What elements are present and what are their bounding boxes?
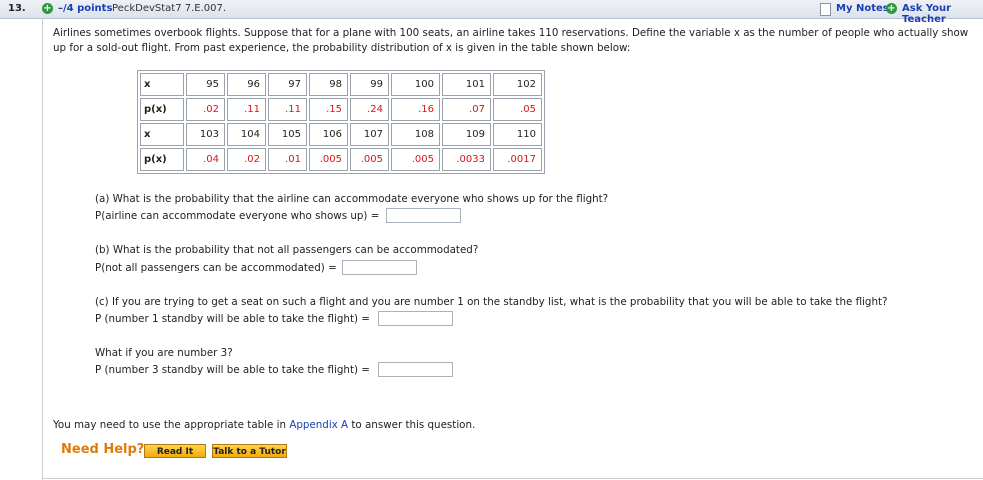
table-cell: 104 (227, 123, 266, 146)
table-cell: .16 (391, 98, 440, 121)
table-cell: 107 (350, 123, 389, 146)
appendix-a-link[interactable]: Appendix A (289, 419, 348, 431)
table-cell: 97 (268, 73, 307, 96)
table-cell: .005 (309, 148, 348, 171)
question-header-bar: 13. + –/4 points PeckDevStat7 7.E.007. M… (0, 0, 983, 25)
table-cell: 109 (442, 123, 491, 146)
appendix-note: You may need to use the appropriate tabl… (53, 418, 475, 432)
part-a-answer-input[interactable] (386, 208, 461, 223)
table-row: p(x) .04 .02 .01 .005 .005 .005 .0033 .0… (140, 148, 542, 171)
px-header: p(x) (140, 148, 184, 171)
table-cell: .01 (268, 148, 307, 171)
table-cell: 110 (493, 123, 542, 146)
table-row: p(x) .02 .11 .11 .15 .24 .16 .07 .05 (140, 98, 542, 121)
left-divider (42, 18, 43, 480)
points-label: –/4 points (58, 3, 113, 14)
read-it-button[interactable]: Read It (144, 444, 206, 458)
part-b-label: P(not all passengers can be accommodated… (95, 262, 337, 274)
part-d-question: What if you are number 3? (95, 347, 233, 359)
part-c-label: P (number 1 standby will be able to take… (95, 313, 370, 325)
part-a-question: (a) What is the probability that the air… (95, 193, 609, 205)
table-cell: 101 (442, 73, 491, 96)
ask-teacher-plus-icon[interactable]: + (886, 3, 897, 14)
table-cell: .02 (186, 98, 225, 121)
problem-intro: Airlines sometimes overbook flights. Sup… (53, 27, 969, 54)
talk-to-tutor-button[interactable]: Talk to a Tutor (212, 444, 287, 458)
part-d-answer-input[interactable] (378, 362, 453, 377)
px-header: p(x) (140, 98, 184, 121)
table-cell: .0017 (493, 148, 542, 171)
table-cell: 108 (391, 123, 440, 146)
part-b-question: (b) What is the probability that not all… (95, 244, 479, 256)
bottom-divider (42, 478, 983, 479)
table-cell: 96 (227, 73, 266, 96)
expand-plus-icon[interactable]: + (42, 3, 53, 14)
table-cell: 100 (391, 73, 440, 96)
notes-icon[interactable] (820, 3, 831, 16)
table-cell: .11 (227, 98, 266, 121)
table-cell: .005 (350, 148, 389, 171)
probability-distribution-table: x 95 96 97 98 99 100 101 102 p(x) .02 .1… (137, 70, 545, 174)
problem-id: PeckDevStat7 7.E.007. (112, 3, 227, 14)
part-d-label: P (number 3 standby will be able to take… (95, 364, 370, 376)
table-cell: .0033 (442, 148, 491, 171)
table-cell: 98 (309, 73, 348, 96)
table-cell: .15 (309, 98, 348, 121)
part-c-answer-input[interactable] (378, 311, 453, 326)
table-cell: 103 (186, 123, 225, 146)
table-cell: .005 (391, 148, 440, 171)
my-notes-link[interactable]: My Notes (836, 3, 889, 14)
part-c-question: (c) If you are trying to get a seat on s… (95, 296, 888, 308)
ask-teacher-link[interactable]: Ask Your Teacher (902, 3, 983, 25)
table-cell: .07 (442, 98, 491, 121)
table-row: x 103 104 105 106 107 108 109 110 (140, 123, 542, 146)
x-header: x (140, 123, 184, 146)
table-cell: 106 (309, 123, 348, 146)
appendix-note-prefix: You may need to use the appropriate tabl… (53, 419, 290, 431)
need-help-label: Need Help? (61, 442, 145, 457)
appendix-note-suffix: to answer this question. (348, 419, 476, 431)
table-cell: .11 (268, 98, 307, 121)
table-cell: 95 (186, 73, 225, 96)
table-row: x 95 96 97 98 99 100 101 102 (140, 73, 542, 96)
table-cell: 102 (493, 73, 542, 96)
question-number: 13. (8, 3, 26, 14)
x-header: x (140, 73, 184, 96)
table-cell: 105 (268, 123, 307, 146)
table-cell: .02 (227, 148, 266, 171)
table-cell: .04 (186, 148, 225, 171)
table-cell: .24 (350, 98, 389, 121)
part-b-answer-input[interactable] (342, 260, 417, 275)
part-a-label: P(airline can accommodate everyone who s… (95, 210, 380, 222)
table-cell: 99 (350, 73, 389, 96)
table-cell: .05 (493, 98, 542, 121)
